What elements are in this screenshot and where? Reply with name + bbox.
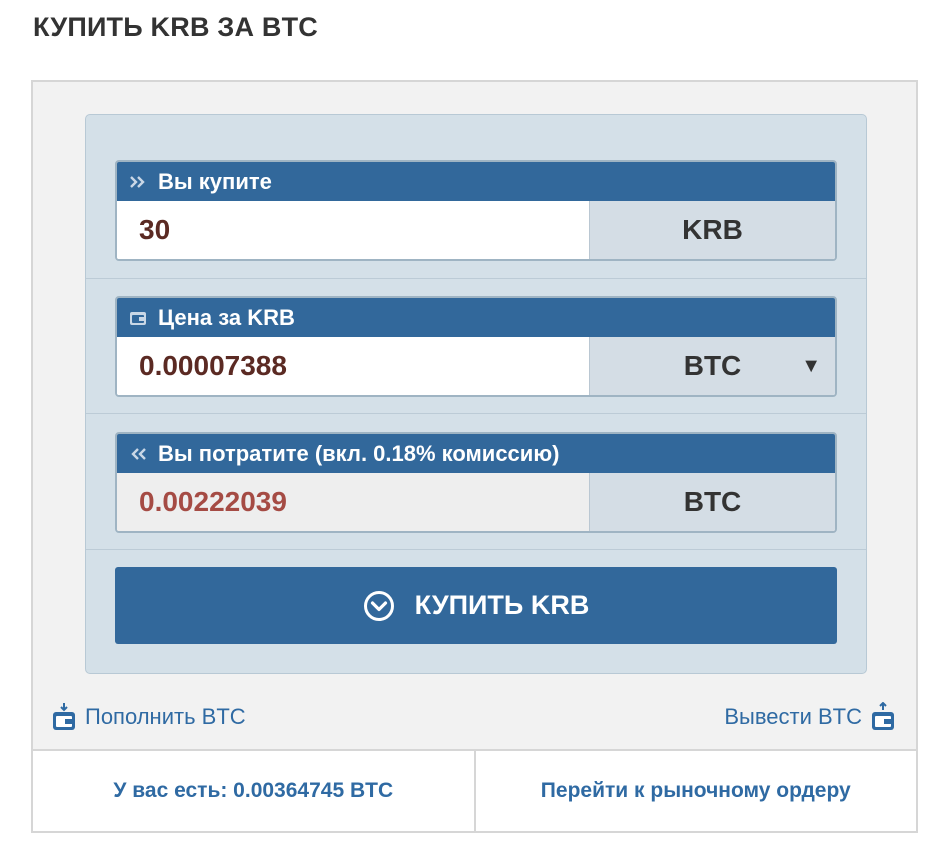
price-label: Цена за KRB xyxy=(158,304,295,330)
price-unit: BTC xyxy=(683,350,742,381)
total-field: Вы потратите (вкл. 0.18% комиссию) 0.002… xyxy=(115,432,837,533)
divider xyxy=(86,278,866,279)
buy-button-label: КУПИТЬ KRB xyxy=(414,590,590,620)
circle-chevron-down-icon xyxy=(363,590,395,622)
bottom-bar: У вас есть: 0.00364745 BTC Перейти к рын… xyxy=(33,749,916,831)
page-title: КУПИТЬ KRB ЗА BTC xyxy=(33,12,318,42)
total-value: 0.00222039 xyxy=(117,473,589,531)
balance-link[interactable]: У вас есть: 0.00364745 BTC xyxy=(33,751,474,831)
amount-field: Вы купите KRB xyxy=(115,160,837,261)
market-order-link[interactable]: Перейти к рыночному ордеру xyxy=(473,751,917,831)
order-panel: Вы купите KRB Цена за KRB BTC ▼ xyxy=(85,114,867,674)
total-field-header: Вы потратите (вкл. 0.18% комиссию) xyxy=(117,434,835,473)
wallet-in-icon xyxy=(51,702,77,732)
withdraw-link[interactable]: Вывести BTC xyxy=(724,702,896,732)
divider xyxy=(86,549,866,550)
price-input[interactable] xyxy=(117,337,589,395)
amount-input[interactable] xyxy=(117,201,589,259)
double-chevron-right-icon xyxy=(126,170,150,194)
amount-field-header: Вы купите xyxy=(117,162,835,201)
wallet-icon xyxy=(126,306,150,330)
deposit-link[interactable]: Пополнить BTC xyxy=(51,702,246,732)
total-label: Вы потратите (вкл. 0.18% комиссию) xyxy=(158,440,560,466)
buy-button[interactable]: КУПИТЬ KRB xyxy=(115,567,837,644)
total-unit: BTC xyxy=(589,473,835,531)
wallet-out-icon xyxy=(870,702,896,732)
divider xyxy=(86,413,866,414)
withdraw-label: Вывести BTC xyxy=(724,704,862,729)
double-chevron-left-icon xyxy=(126,442,150,466)
trade-form-container: Вы купите KRB Цена за KRB BTC ▼ xyxy=(31,80,918,833)
price-field-header: Цена за KRB xyxy=(117,298,835,337)
price-field: Цена за KRB BTC ▼ xyxy=(115,296,837,397)
amount-unit: KRB xyxy=(589,201,835,259)
caret-down-icon: ▼ xyxy=(801,355,821,377)
deposit-label: Пополнить BTC xyxy=(85,704,246,729)
amount-label: Вы купите xyxy=(158,168,272,194)
price-currency-select[interactable]: BTC ▼ xyxy=(589,337,835,395)
